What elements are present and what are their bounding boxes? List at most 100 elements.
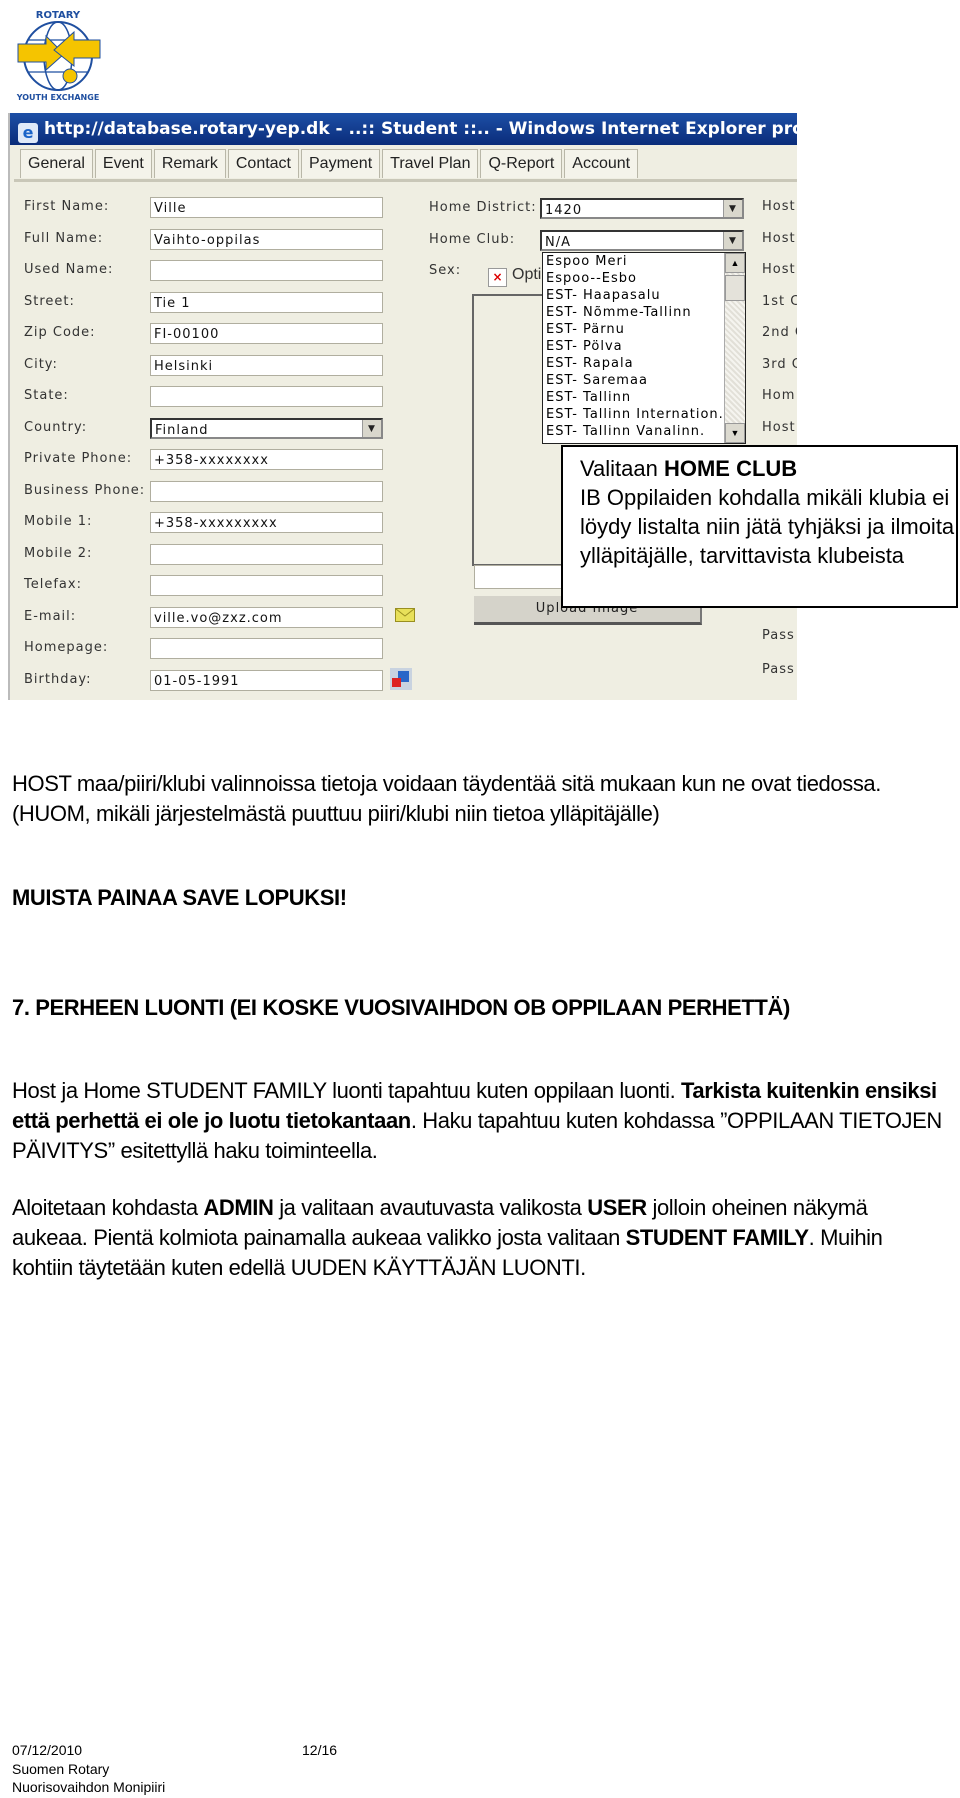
e-mail-label: E-mail: — [24, 608, 77, 624]
zip-code-value: FI-00100 — [154, 327, 220, 342]
home-club-dropdown-list[interactable]: Espoo Meri Espoo--Esbo EST- Haapasalu EST- … — [542, 252, 746, 444]
birthday-value: 01-05-1991 — [154, 673, 240, 689]
host-field-label: 1st C — [762, 293, 797, 309]
email-envelope-icon[interactable] — [395, 608, 415, 622]
chevron-down-icon[interactable]: ▼ — [723, 200, 742, 217]
club-option[interactable]: EST- Haapasalu — [543, 287, 724, 304]
tab-account[interactable]: Account — [564, 149, 639, 178]
club-option[interactable]: EST- Rapala — [543, 355, 724, 372]
business-phone-label: Business Phone: — [24, 482, 146, 498]
full-name-value: Vaihto-oppilas — [154, 232, 261, 248]
text-run-bold: ADMIN — [203, 1195, 274, 1220]
scroll-down-icon[interactable]: ▼ — [725, 423, 745, 443]
used-name-label: Used Name: — [24, 262, 114, 277]
callout-bold: HOME CLUB — [663, 456, 798, 481]
home-district-label: Home District: — [429, 200, 537, 215]
window-title-bar: e http://database.rotary-yep.dk - ..:: St… — [10, 113, 797, 145]
window-title: http://database.rotary-yep.dk - ..:: Stu… — [44, 119, 797, 139]
tab-payment[interactable]: Payment — [301, 149, 381, 178]
home-club-select[interactable]: N/A ▼ — [540, 230, 744, 251]
club-option[interactable]: Espoo--Esbo — [543, 270, 724, 287]
club-option[interactable]: EST- Nõmme-Tallinn — [543, 304, 724, 321]
tab-general[interactable]: General — [20, 149, 93, 178]
home-club-callout: Valitaan HOME CLUB IB Oppilaiden kohdall… — [561, 445, 958, 608]
tab-travel-plan[interactable]: Travel Plan — [382, 149, 479, 178]
city-value: Helsinki — [154, 358, 214, 374]
city-input[interactable]: Helsinki — [150, 354, 383, 376]
svg-text:ROTARY: ROTARY — [36, 10, 81, 21]
tab-event[interactable]: Event — [94, 149, 152, 178]
club-option[interactable]: EST- Tallinn Vanalinn. — [543, 423, 724, 440]
mobile-1-input[interactable]: +358-xxxxxxxxx — [150, 512, 383, 533]
first-name-value: Ville — [154, 201, 187, 216]
club-option[interactable]: EST- Pölva — [543, 338, 724, 355]
callout-prefix: Valitaan — [580, 456, 664, 481]
scroll-up-icon[interactable]: ▲ — [725, 253, 745, 273]
svg-text:YOUTH EXCHANGE: YOUTH EXCHANGE — [16, 93, 100, 102]
country-select[interactable]: Finland ▼ — [150, 417, 383, 439]
private-phone-value: +358-xxxxxxxx — [154, 453, 269, 468]
host-field-label: 3rd C — [762, 356, 797, 372]
browser-screenshot: e http://database.rotary-yep.dk - ..:: St… — [8, 113, 797, 700]
e-mail-value: ville.vo@zxz.com — [154, 610, 283, 626]
club-option[interactable]: EST- Saremaa — [543, 372, 724, 389]
homepage-label: Homepage: — [24, 640, 109, 655]
telefax-input[interactable] — [150, 575, 383, 596]
private-phone-label: Private Phone: — [24, 451, 133, 466]
club-options: Espoo Meri Espoo--Esbo EST- Haapasalu EST- … — [543, 253, 745, 440]
callout-body: IB Oppilaiden kohdalla mikäli klubia ei … — [580, 485, 955, 568]
birthday-input[interactable]: 01-05-1991 — [150, 669, 383, 691]
full-name-input[interactable]: Vaihto-oppilas — [150, 228, 383, 250]
state-label: State: — [24, 388, 69, 403]
e-mail-input[interactable]: ville.vo@zxz.com — [150, 606, 383, 628]
tab-contact[interactable]: Contact — [227, 149, 299, 178]
dropdown-scrollbar[interactable]: ▲ ▼ — [724, 253, 745, 443]
zip-code-label: Zip Code: — [24, 325, 96, 340]
club-option[interactable]: Espoo Meri — [543, 253, 724, 270]
state-input[interactable] — [150, 386, 383, 407]
mobile-1-value: +358-xxxxxxxxx — [154, 516, 278, 531]
club-option[interactable]: EST- Tallinn Internation. — [543, 406, 724, 423]
first-name-input[interactable]: Ville — [150, 197, 383, 218]
footer-org-line1: Suomen Rotary — [12, 1761, 110, 1777]
business-phone-input[interactable] — [150, 480, 383, 502]
home-district-select[interactable]: 1420 ▼ — [540, 198, 744, 219]
calendar-picker-icon[interactable] — [390, 668, 412, 690]
full-name-label: Full Name: — [24, 230, 104, 246]
optional-label: Opti — [512, 266, 542, 283]
callout-title: Valitaan HOME CLUB — [580, 454, 956, 483]
tab-q-report[interactable]: Q-Report — [480, 149, 563, 178]
tab-bar: General Event Remark Contact Payment Travel P… — [20, 149, 639, 179]
street-input[interactable]: Tie 1 — [150, 291, 383, 313]
club-option[interactable]: EST- Tallinn — [543, 389, 724, 406]
first-name-label: First Name: — [24, 199, 110, 214]
private-phone-input[interactable]: +358-xxxxxxxx — [150, 449, 383, 470]
paragraph-admin-instructions: Aloitetaan kohdasta ADMIN ja valitaan av… — [12, 1193, 912, 1283]
home-club-label: Home Club: — [429, 232, 516, 247]
mobile-1-label: Mobile 1: — [24, 514, 93, 529]
tab-remark[interactable]: Remark — [153, 149, 226, 178]
chevron-down-icon[interactable]: ▼ — [723, 232, 742, 249]
text-run-bold: STUDENT FAMILY — [625, 1225, 809, 1250]
section-heading: 7. PERHEEN LUONTI (EI KOSKE VUOSIVAIHDON… — [12, 995, 790, 1020]
text-run: ja valitaan avautuvasta valikosta — [273, 1195, 588, 1220]
chevron-down-icon[interactable]: ▼ — [362, 419, 381, 437]
mobile-2-input[interactable] — [150, 543, 383, 565]
host-field-label: Host — [762, 262, 796, 277]
text-run: Host ja Home STUDENT FAMILY luonti tapah… — [12, 1078, 682, 1103]
host-field-label: Hom — [762, 388, 796, 403]
host-field-label: 2nd C — [762, 325, 797, 340]
host-field-label: Host — [762, 199, 796, 214]
internet-explorer-icon: e — [18, 123, 38, 143]
host-field-label: Host — [762, 419, 796, 435]
country-value: Finland — [155, 422, 209, 438]
passport-field-label: Pass — [762, 662, 795, 677]
footer-page-number: 12/16 — [302, 1742, 338, 1758]
host-field-label: Host — [762, 230, 796, 246]
used-name-input[interactable] — [150, 260, 383, 281]
club-option[interactable]: EST- Pärnu — [543, 321, 724, 338]
scroll-thumb[interactable] — [725, 275, 745, 301]
zip-code-input[interactable]: FI-00100 — [150, 323, 383, 344]
homepage-input[interactable] — [150, 638, 383, 659]
city-label: City: — [24, 356, 58, 372]
